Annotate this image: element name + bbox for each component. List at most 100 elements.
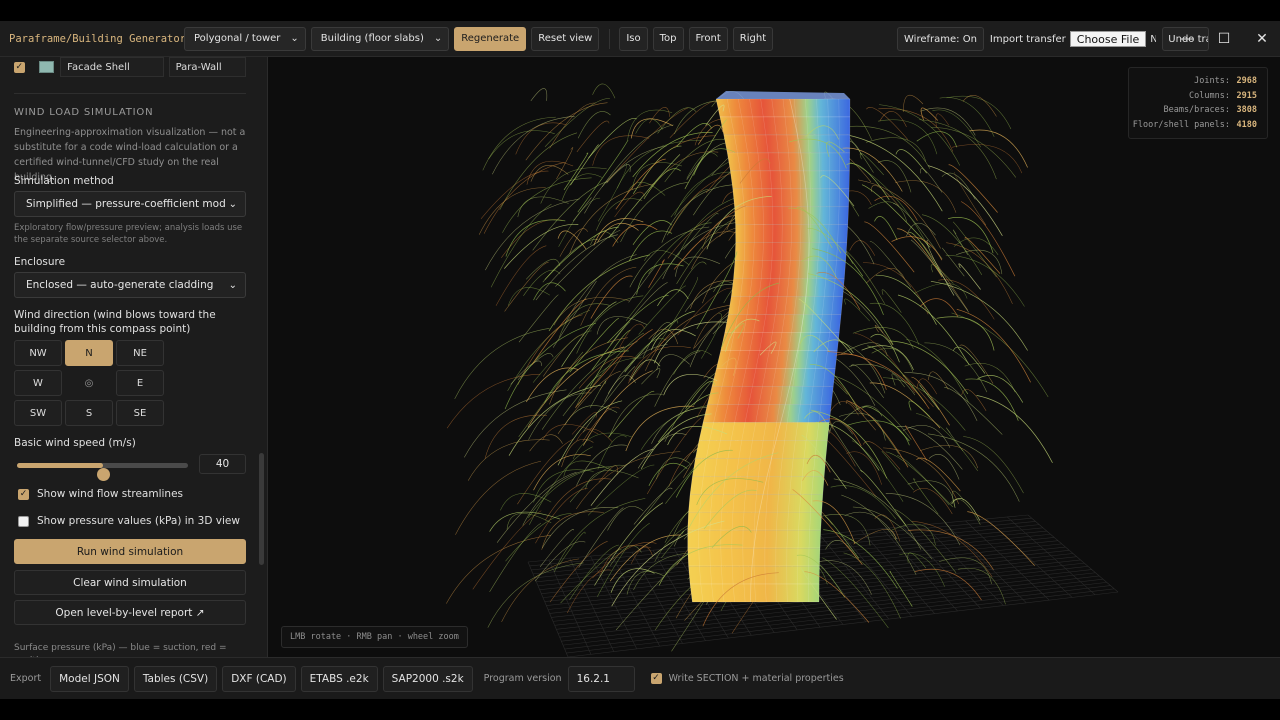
direction-se-button[interactable]: SE	[116, 400, 164, 426]
stat-value: 3808	[1236, 105, 1257, 116]
program-version-input[interactable]: 16.2.1	[567, 665, 635, 692]
enclosure-select[interactable]: Enclosed — auto-generate cladding ⌄	[14, 272, 246, 298]
wind-direction-label: Wind direction (wind blows toward the bu…	[14, 309, 216, 335]
wind-streamline	[627, 331, 682, 384]
wind-streamline	[542, 239, 599, 283]
3d-viewport[interactable]: Joints: 2968 Columns: 2915 Beams/braces:…	[268, 57, 1280, 657]
form-type-select[interactable]: Polygonal / tower ⌄	[184, 26, 306, 51]
direction-e-button[interactable]: E	[116, 370, 164, 396]
tower-floor-band	[711, 368, 836, 387]
wind-streamline	[530, 88, 548, 102]
direction-s-button[interactable]: S	[65, 400, 113, 426]
scene-canvas[interactable]	[268, 57, 1280, 657]
wind-streamline	[941, 247, 965, 277]
wind-speed-slider-handle[interactable]	[96, 468, 110, 481]
wind-streamline	[686, 152, 718, 179]
wind-speed-slider[interactable]	[17, 463, 188, 481]
wind-streamline	[609, 534, 682, 582]
clear-wind-simulation-button[interactable]: Clear wind simulation	[14, 570, 246, 595]
wind-streamline	[881, 289, 902, 313]
enclosure-value: Enclosed — auto-generate cladding	[26, 279, 214, 291]
layer-visible-checkbox[interactable]: ✓	[14, 61, 25, 73]
wind-streamline	[489, 522, 542, 593]
wind-streamline	[879, 104, 961, 166]
choose-file-button[interactable]: Choose File	[1069, 31, 1147, 47]
model-type-select[interactable]: Building (floor slabs) ⌄	[310, 26, 450, 51]
wind-streamline	[580, 266, 637, 326]
stat-value: 2968	[1236, 76, 1257, 87]
wind-streamline	[843, 552, 901, 619]
wind-streamline	[638, 463, 693, 524]
direction-nw-button[interactable]: NW	[14, 340, 62, 366]
run-wind-simulation-button[interactable]: Run wind simulation	[14, 539, 246, 564]
wind-streamline	[650, 329, 696, 351]
simulation-method-select[interactable]: Simplified — pressure-coefficient model …	[14, 191, 246, 217]
grid-line	[559, 575, 1100, 638]
direction-sw-button[interactable]: SW	[14, 400, 62, 426]
export-sap2000-button[interactable]: SAP2000 .s2k	[382, 665, 473, 692]
wind-streamline	[635, 118, 663, 134]
layer-type-field[interactable]: Para-Wall	[168, 57, 246, 77]
wind-streamline	[830, 485, 897, 520]
show-streamlines-checkbox[interactable]: ✓	[18, 488, 29, 500]
wind-streamline	[641, 368, 661, 385]
wind-speed-input[interactable]: 40	[199, 454, 246, 474]
view-right-button[interactable]: Right	[732, 26, 774, 51]
view-iso-button[interactable]: Iso	[619, 26, 648, 51]
stat-columns: Columns: 2915	[1139, 89, 1257, 104]
wind-streamline	[920, 107, 976, 136]
method-label: Simulation method	[14, 175, 114, 187]
close-icon[interactable]: ✕	[1243, 21, 1280, 57]
wind-streamline	[939, 97, 995, 137]
wind-streamline	[608, 390, 655, 438]
wind-streamline	[648, 259, 665, 288]
wind-streamline	[927, 165, 1003, 236]
tower-floor-band	[698, 422, 830, 441]
wind-streamline	[882, 377, 966, 431]
chevron-down-icon: ⌄	[290, 33, 299, 44]
view-top-button[interactable]: Top	[652, 26, 684, 51]
sidebar-scrollbar[interactable]	[259, 453, 264, 565]
direction-n-button[interactable]: N	[65, 340, 113, 366]
wind-streamline	[492, 116, 575, 175]
write-section-checkbox[interactable]: ✓	[650, 673, 662, 684]
direction-w-button[interactable]: W	[14, 370, 62, 396]
wind-streamline	[875, 274, 937, 325]
model-type-value: Building (floor slabs)	[320, 33, 424, 44]
show-pressure-checkbox[interactable]	[18, 515, 29, 527]
export-etabs-button[interactable]: ETABS .e2k	[300, 665, 378, 692]
minimize-icon[interactable]: —	[1168, 21, 1206, 57]
wind-streamline	[951, 312, 1049, 398]
wind-streamline	[976, 395, 1053, 463]
wind-streamline	[862, 262, 929, 315]
wind-streamline	[577, 139, 629, 213]
wind-streamline	[648, 463, 688, 487]
regenerate-button[interactable]: Regenerate	[454, 26, 527, 51]
wind-streamline	[649, 107, 670, 124]
reset-view-button[interactable]: Reset view	[531, 26, 600, 51]
chevron-down-icon: ⌄	[228, 198, 237, 210]
grid-line	[561, 578, 1104, 642]
wind-streamline	[846, 400, 876, 431]
wind-streamline	[578, 355, 637, 389]
form-type-value: Polygonal / tower	[194, 33, 281, 44]
wind-streamline	[506, 513, 552, 530]
wind-streamline	[626, 181, 666, 196]
wind-streamline	[624, 310, 695, 373]
wind-streamline	[505, 219, 566, 257]
wireframe-toggle-button[interactable]: Wireframe: On	[897, 27, 984, 51]
maximize-icon[interactable]: ☐	[1205, 21, 1243, 57]
stat-value: 4180	[1236, 119, 1257, 130]
export-dxf-button[interactable]: DXF (CAD)	[222, 665, 296, 692]
export-tables-csv-button[interactable]: Tables (CSV)	[133, 665, 218, 692]
layer-color-swatch[interactable]	[38, 61, 55, 73]
direction-ne-button[interactable]: NE	[116, 340, 164, 366]
layer-name-field[interactable]: Facade Shell	[60, 57, 164, 77]
wind-streamline	[936, 316, 995, 351]
view-front-button[interactable]: Front	[688, 26, 728, 51]
open-report-button[interactable]: Open level-by-level report ↗	[14, 600, 246, 625]
wind-section-title: WIND LOAD SIMULATION	[14, 107, 154, 118]
export-model-json-button[interactable]: Model JSON	[50, 665, 129, 692]
wind-streamline	[919, 384, 940, 410]
wind-streamline	[953, 229, 969, 256]
